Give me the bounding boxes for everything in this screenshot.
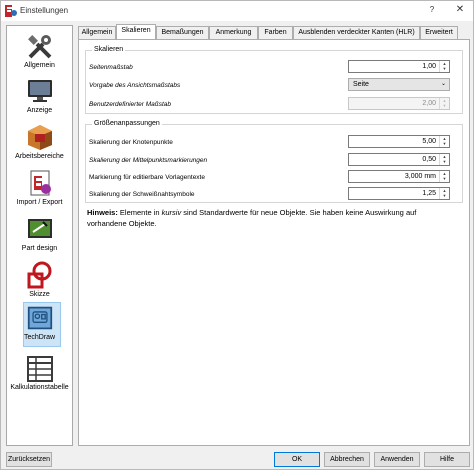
spinbox-value: 1,25 bbox=[422, 190, 436, 197]
sidebar-item-arbeitsbereiche[interactable]: Arbeitsbereiche bbox=[7, 118, 72, 162]
tools-icon bbox=[28, 35, 52, 59]
title-bar: Einstellungen ? ✕ bbox=[1, 1, 473, 21]
import-export-icon bbox=[30, 170, 51, 196]
apply-button[interactable]: Anwenden bbox=[374, 452, 420, 467]
sidebar-item-label: Import / Export bbox=[16, 199, 63, 206]
spinbox-value: 5,00 bbox=[422, 138, 436, 145]
sidebar-item-allgemein[interactable]: Allgemein bbox=[7, 28, 72, 72]
tab-farben[interactable]: Farben bbox=[258, 26, 293, 39]
sidebar-item-kalkulationstabelle[interactable]: Kalkulationstabelle bbox=[7, 350, 72, 394]
window-title: Einstellungen bbox=[20, 6, 69, 15]
view-scale-label: Vorgabe des Ansichtsmaßstabs bbox=[89, 82, 181, 89]
tab-anmerkung[interactable]: Anmerkung bbox=[209, 26, 258, 39]
workbench-icon bbox=[28, 125, 52, 150]
center-mark-label: Skalierung der Mittelpunktsmarkierungen bbox=[89, 157, 208, 164]
sidebar-item-label: Allgemein bbox=[24, 62, 55, 69]
cancel-button[interactable]: Abbrechen bbox=[324, 452, 370, 467]
spin-arrows-icon[interactable]: ▲ ▼ bbox=[439, 171, 449, 182]
page-scale-spinbox[interactable]: 1,00 ▲ ▼ bbox=[348, 60, 450, 73]
sidebar-item-label: Skizze bbox=[29, 291, 50, 298]
sidebar-item-anzeige[interactable]: Anzeige bbox=[7, 72, 72, 116]
close-icon[interactable]: ✕ bbox=[453, 4, 467, 18]
tab-hlr[interactable]: Ausblenden verdeckter Kanten (HLR) bbox=[293, 26, 420, 39]
vertex-scale-spinbox[interactable]: 5,00 ▲ ▼ bbox=[348, 135, 450, 148]
techdraw-icon bbox=[27, 306, 53, 330]
chevron-down-icon: ⌄ bbox=[440, 81, 446, 87]
sidebar-item-label: Arbeitsbereiche bbox=[15, 153, 64, 160]
page-scale-label: Seitenmaßstab bbox=[89, 64, 133, 71]
help-question-icon[interactable]: ? bbox=[426, 5, 438, 17]
group-skalieren: Skalieren Seitenmaßstab 1,00 ▲ ▼ Vorgabe … bbox=[85, 46, 463, 114]
custom-scale-label: Benutzerdefinierter Maßstab bbox=[89, 101, 172, 108]
combobox-value: Seite bbox=[353, 81, 369, 88]
sidebar-item-label: TechDraw bbox=[23, 334, 56, 341]
template-mark-label: Markierung für editierbare Vorlagentexte bbox=[89, 174, 205, 181]
spin-arrows-icon[interactable]: ▲ ▼ bbox=[439, 136, 449, 147]
spinbox-value: 2,00 bbox=[422, 100, 436, 107]
custom-scale-spinbox[interactable]: 2,00 ▲ ▼ bbox=[348, 97, 450, 110]
hint-italic: kursiv bbox=[161, 208, 182, 217]
center-mark-spinbox[interactable]: 0,50 ▲ ▼ bbox=[348, 153, 450, 166]
tab-bemassungen[interactable]: Bemaßungen bbox=[156, 26, 209, 39]
preferences-dialog: Einstellungen ? ✕ Allgemein Anzeige Arbe… bbox=[0, 0, 474, 470]
sidebar-item-label: Anzeige bbox=[26, 107, 53, 114]
weld-scale-label: Skalierung der Schweißnahtsymbole bbox=[89, 191, 195, 198]
template-mark-spinbox[interactable]: 3,000 mm ▲ ▼ bbox=[348, 170, 450, 183]
preferences-sidebar: Allgemein Anzeige Arbeitsbereiche Import… bbox=[6, 25, 73, 446]
hint-bold: Hinweis: bbox=[87, 208, 118, 217]
hint-part-1: Elemente in bbox=[117, 208, 162, 217]
spin-arrows-icon[interactable]: ▲ ▼ bbox=[439, 98, 449, 109]
tab-bar: Allgemein Skalieren Bemaßungen Anmerkung… bbox=[78, 24, 470, 39]
group-title: Größenanpassungen bbox=[92, 120, 162, 127]
sidebar-item-label: Part design bbox=[21, 245, 58, 252]
sidebar-item-import-export[interactable]: Import / Export bbox=[7, 164, 72, 208]
spin-arrows-icon[interactable]: ▲ ▼ bbox=[439, 61, 449, 72]
weld-scale-spinbox[interactable]: 1,25 ▲ ▼ bbox=[348, 187, 450, 200]
help-button[interactable]: Hilfe bbox=[424, 452, 470, 467]
group-groessenanpassungen: Größenanpassungen Skalierung der Knotenp… bbox=[85, 120, 463, 203]
spinbox-value: 3,000 mm bbox=[404, 173, 436, 180]
tab-erweitert[interactable]: Erweitert bbox=[420, 26, 458, 39]
group-title: Skalieren bbox=[92, 46, 126, 53]
sketch-icon bbox=[27, 261, 52, 289]
part-design-icon bbox=[28, 219, 52, 238]
spin-arrows-icon[interactable]: ▲ ▼ bbox=[439, 154, 449, 165]
tab-content-skalieren: Skalieren Seitenmaßstab 1,00 ▲ ▼ Vorgabe … bbox=[78, 39, 470, 446]
spinbox-value: 0,50 bbox=[422, 156, 436, 163]
freecad-icon bbox=[5, 5, 17, 17]
sidebar-item-label: Kalkulationstabelle bbox=[10, 384, 69, 391]
reset-button[interactable]: Zurücksetzen bbox=[6, 452, 52, 467]
monitor-icon bbox=[28, 80, 52, 102]
spinbox-value: 1,00 bbox=[422, 63, 436, 70]
hint-text: Hinweis: Elemente in kursiv sind Standar… bbox=[87, 207, 457, 229]
sidebar-item-part-design[interactable]: Part design bbox=[7, 210, 72, 254]
tab-allgemein[interactable]: Allgemein bbox=[78, 26, 116, 39]
view-scale-combobox[interactable]: Seite ⌄ bbox=[348, 78, 450, 91]
ok-button[interactable]: OK bbox=[274, 452, 320, 467]
tab-skalieren[interactable]: Skalieren bbox=[116, 24, 156, 39]
sidebar-item-techdraw[interactable]: TechDraw bbox=[7, 302, 72, 348]
vertex-scale-label: Skalierung der Knotenpunkte bbox=[89, 139, 173, 146]
spreadsheet-icon bbox=[27, 356, 53, 382]
sidebar-item-skizze[interactable]: Skizze bbox=[7, 256, 72, 300]
settings-panel: Allgemein Skalieren Bemaßungen Anmerkung… bbox=[78, 24, 470, 446]
spin-arrows-icon[interactable]: ▲ ▼ bbox=[439, 188, 449, 199]
